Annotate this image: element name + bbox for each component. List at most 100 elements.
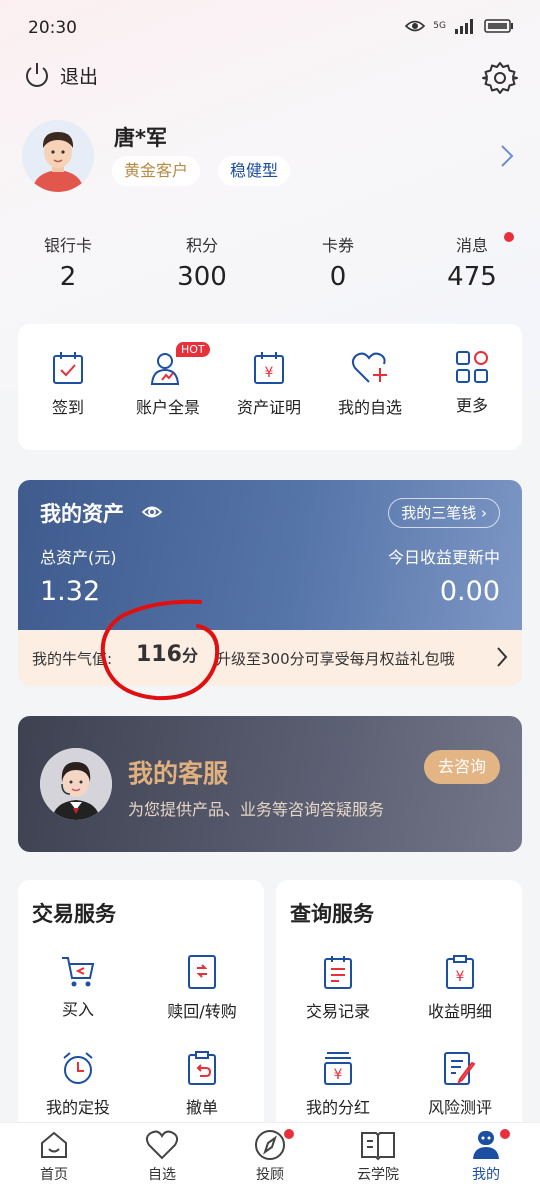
- query-label: 风险测评: [427, 1098, 492, 1117]
- undo-clipboard-icon: [188, 1051, 216, 1085]
- power-icon: [26, 63, 48, 87]
- profile-header[interactable]: 唐*军 黄金客户 稳健型: [22, 118, 518, 194]
- risk-type-badge: 稳健型: [218, 156, 291, 186]
- query-label: 交易记录: [305, 1002, 370, 1021]
- query-services-title: 查询服务: [290, 902, 374, 926]
- trade-label: 买入: [61, 1000, 94, 1019]
- notification-dot: [284, 1129, 294, 1139]
- trade-redeem[interactable]: 赎回/转购: [142, 954, 262, 1022]
- unread-dot: [504, 232, 514, 242]
- query-label: 我的分红: [305, 1098, 370, 1117]
- stat-bank-cards[interactable]: 银行卡 2: [8, 232, 128, 292]
- trade-auto-invest[interactable]: 我的定投: [18, 1050, 138, 1118]
- bull-score-tip: 升级至300分可享受每月权益礼包哦: [216, 650, 455, 668]
- avatar-illustration-icon: [22, 120, 94, 192]
- yuan-clipboard-icon: ¥: [446, 955, 474, 989]
- hot-badge: HOT: [176, 342, 210, 357]
- total-assets-value: 1.32: [40, 576, 101, 607]
- trade-label: 赎回/转购: [167, 1002, 237, 1021]
- query-risk-assessment[interactable]: 风险测评: [400, 1050, 520, 1118]
- calendar-check-icon: [53, 352, 83, 384]
- stat-points[interactable]: 积分 300: [142, 232, 262, 292]
- gear-icon: [482, 62, 518, 94]
- query-income-details[interactable]: ¥ 收益明细: [400, 954, 520, 1022]
- quick-asset-proof[interactable]: ¥ 资产证明: [219, 350, 319, 418]
- status-icons: 5G: [405, 18, 514, 34]
- tab-label: 我的: [472, 1167, 500, 1183]
- tab-label: 云学院: [357, 1167, 399, 1183]
- tab-watchlist[interactable]: 自选: [108, 1129, 216, 1184]
- quick-account-overview[interactable]: 账户全景 HOT: [118, 342, 218, 418]
- query-dividends[interactable]: ¥ 我的分红: [278, 1050, 398, 1118]
- svg-text:¥: ¥: [334, 1067, 343, 1083]
- quick-more[interactable]: 更多: [422, 350, 522, 416]
- alarm-clock-icon: [63, 1052, 93, 1084]
- user-name: 唐*军: [114, 126, 167, 150]
- tab-home[interactable]: 首页: [0, 1129, 108, 1184]
- quick-label: 账户全景: [135, 398, 200, 417]
- customer-level-badge: 黄金客户: [112, 156, 201, 186]
- quick-sign-in[interactable]: 签到: [18, 350, 118, 418]
- tab-academy[interactable]: 云学院: [324, 1129, 432, 1184]
- total-assets-label: 总资产(元): [40, 548, 117, 567]
- today-earnings-value: 0.00: [439, 576, 500, 607]
- eye-icon: [405, 20, 426, 32]
- stat-value: 300: [177, 262, 227, 292]
- quick-label: 签到: [51, 398, 84, 417]
- stat-messages[interactable]: 消息 475: [412, 232, 532, 292]
- stat-value: 475: [447, 262, 497, 292]
- heart-icon: [145, 1130, 179, 1160]
- status-bar: 20:30 5G: [0, 0, 540, 58]
- quick-label: 更多: [455, 396, 488, 415]
- cart-icon: [62, 957, 95, 987]
- signal-icon: [455, 19, 473, 34]
- eye-toggle-icon[interactable]: [142, 504, 162, 520]
- agent-illustration-icon: [40, 748, 112, 820]
- tab-advisor[interactable]: 投顾: [216, 1129, 324, 1184]
- user-icon: [473, 1131, 499, 1159]
- customer-service-card[interactable]: 我的客服 为您提供产品、业务等咨询答疑服务 去咨询: [18, 716, 522, 852]
- notification-dot: [500, 1129, 510, 1139]
- svg-text:¥: ¥: [456, 969, 465, 985]
- trade-services-card: 交易服务 买入 赎回/转购 我的定投 撤单: [18, 880, 264, 1140]
- consult-button[interactable]: 去咨询: [423, 750, 500, 784]
- agent-avatar: [40, 748, 112, 820]
- logout-label: 退出: [60, 65, 99, 88]
- service-subtitle: 为您提供产品、业务等咨询答疑服务: [128, 800, 385, 819]
- query-trade-records[interactable]: 交易记录: [278, 954, 398, 1022]
- tab-mine[interactable]: 我的: [432, 1129, 540, 1184]
- three-money-button[interactable]: 我的三笔钱 ›: [388, 498, 500, 528]
- stat-value: 0: [329, 262, 347, 292]
- assets-title: 我的资产: [40, 502, 124, 526]
- exchange-doc-icon: [188, 955, 216, 989]
- tab-label: 自选: [148, 1167, 176, 1183]
- quick-label: 我的自选: [337, 398, 402, 417]
- logout-button[interactable]: 退出: [22, 60, 98, 90]
- status-time: 20:30: [28, 18, 77, 38]
- query-services-card: 查询服务 交易记录 ¥ 收益明细 ¥ 我的分红 风险测评: [276, 880, 522, 1140]
- stat-label: 卡券: [321, 236, 354, 255]
- service-title: 我的客服: [128, 759, 229, 788]
- trade-label: 我的定投: [45, 1098, 110, 1117]
- today-earnings-label: 今日收益更新中: [387, 548, 500, 567]
- trade-buy[interactable]: 买入: [18, 954, 138, 1020]
- quick-label: 资产证明: [236, 398, 301, 417]
- dividend-icon: ¥: [324, 1052, 352, 1085]
- stat-coupons[interactable]: 卡券 0: [278, 232, 398, 292]
- top-bar: 退出: [0, 60, 540, 96]
- compass-icon: [255, 1130, 285, 1160]
- avatar[interactable]: [22, 120, 94, 192]
- trade-cancel-order[interactable]: 撤单: [142, 1050, 262, 1118]
- risk-test-icon: [444, 1052, 476, 1085]
- grid-icon: [456, 351, 488, 383]
- settings-button[interactable]: [482, 60, 518, 100]
- quick-my-watchlist[interactable]: 我的自选: [320, 350, 420, 418]
- stat-value: 2: [59, 262, 77, 292]
- yuan-calendar-icon: ¥: [254, 352, 284, 384]
- chevron-right-icon: [501, 145, 514, 167]
- heart-plus-icon: [351, 352, 387, 383]
- quick-actions-card: 签到 账户全景 HOT ¥ 资产证明 我的自选 更多: [18, 324, 522, 450]
- stats-row: 银行卡 2 积分 300 卡券 0 消息 475: [0, 232, 540, 296]
- query-label: 收益明细: [427, 1002, 492, 1021]
- record-icon: [324, 956, 352, 989]
